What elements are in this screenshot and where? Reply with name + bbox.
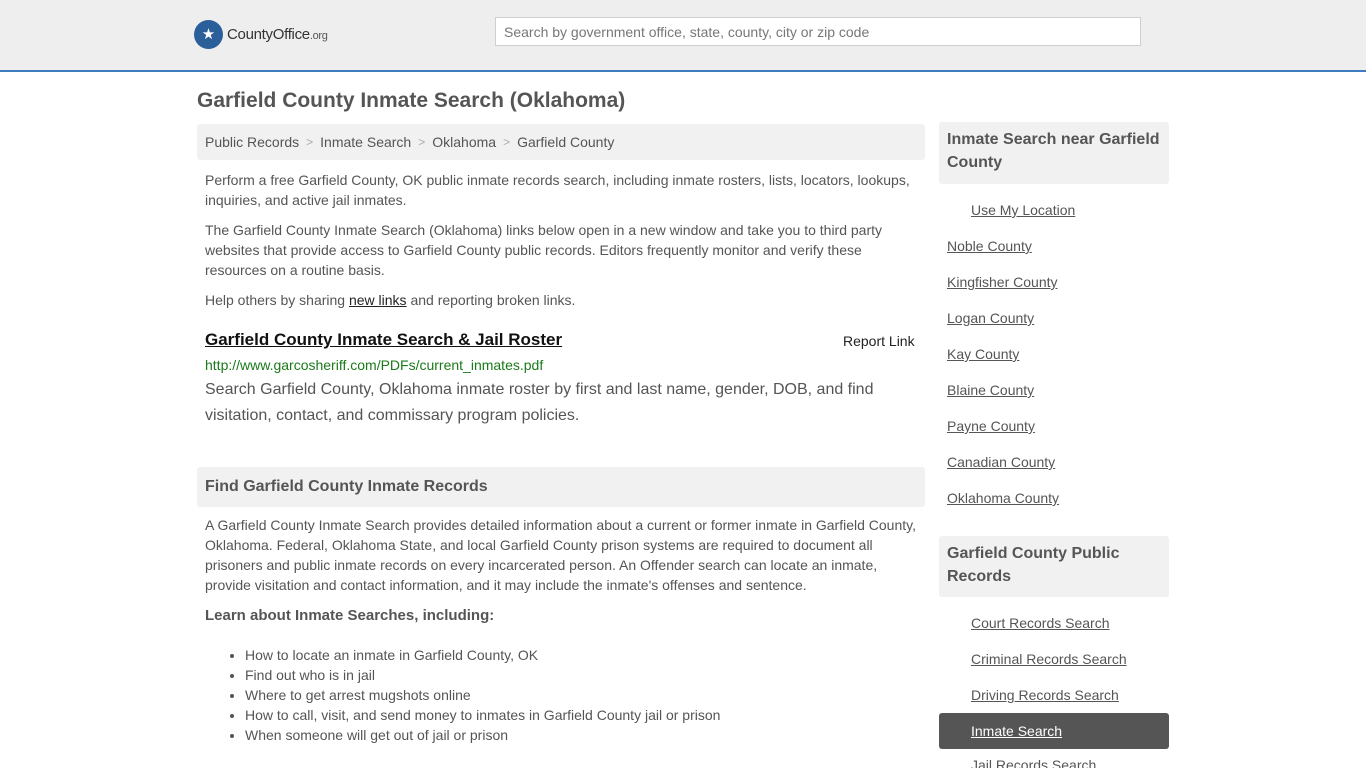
sidebar-item-kay-county[interactable]: Kay County	[947, 346, 1019, 362]
sidebar-item-court-records[interactable]: Court Records Search	[971, 615, 1110, 631]
report-link[interactable]: Report Link	[843, 333, 915, 349]
sidebar-item-canadian-county[interactable]: Canadian County	[947, 454, 1055, 470]
breadcrumb-oklahoma[interactable]: Oklahoma	[432, 134, 496, 150]
intro-paragraph-3: Help others by sharing new links and rep…	[205, 292, 576, 308]
result-description: Search Garfield County, Oklahoma inmate …	[205, 381, 874, 424]
sidebar-item-oklahoma-county[interactable]: Oklahoma County	[947, 490, 1059, 506]
list-item: How to call, visit, and send money to in…	[245, 705, 720, 725]
sidebar-item-driving-records[interactable]: Driving Records Search	[971, 687, 1119, 703]
find-records-heading: Find Garfield County Inmate Records	[197, 467, 925, 507]
list-item: Find out who is in jail	[245, 665, 720, 685]
logo-text: CountyOffice	[227, 26, 310, 43]
breadcrumb-public-records[interactable]: Public Records	[205, 134, 299, 150]
page-title: Garfield County Inmate Search (Oklahoma)	[197, 89, 626, 112]
find-records-body: A Garfield County Inmate Search provides…	[205, 517, 916, 593]
chevron-right-icon: >	[503, 135, 511, 149]
star-seal-icon: ★	[194, 20, 223, 49]
breadcrumb: Public Records > Inmate Search > Oklahom…	[197, 124, 925, 160]
sidebar-item-payne-county[interactable]: Payne County	[947, 418, 1035, 434]
learn-heading: Learn about Inmate Searches, including:	[205, 607, 495, 624]
chevron-right-icon: >	[418, 135, 426, 149]
sidebar-item-kingfisher-county[interactable]: Kingfisher County	[947, 274, 1058, 290]
sidebar-item-blaine-county[interactable]: Blaine County	[947, 382, 1034, 398]
public-records-heading: Garfield County Public Records	[939, 536, 1169, 597]
result-url: http://www.garcosheriff.com/PDFs/current…	[205, 357, 544, 373]
list-item: Where to get arrest mugshots online	[245, 685, 720, 705]
list-item: How to locate an inmate in Garfield Coun…	[245, 645, 720, 665]
list-item: When someone will get out of jail or pri…	[245, 725, 720, 745]
use-my-location-link[interactable]: Use My Location	[971, 202, 1075, 218]
sidebar-item-inmate-search[interactable]: Inmate Search	[939, 713, 1169, 749]
site-header: ★ CountyOffice.org	[0, 0, 1366, 72]
result-title-link[interactable]: Garfield County Inmate Search & Jail Ros…	[205, 330, 562, 350]
nearby-heading: Inmate Search near Garfield County	[939, 122, 1169, 184]
breadcrumb-inmate-search[interactable]: Inmate Search	[320, 134, 411, 150]
sidebar-item-noble-county[interactable]: Noble County	[947, 238, 1032, 254]
learn-list: How to locate an inmate in Garfield Coun…	[245, 645, 720, 745]
logo-suffix: .org	[309, 30, 328, 42]
intro-paragraph-2: The Garfield County Inmate Search (Oklah…	[205, 222, 883, 278]
chevron-right-icon: >	[306, 135, 314, 149]
intro-paragraph-1: Perform a free Garfield County, OK publi…	[205, 172, 910, 208]
breadcrumb-garfield-county[interactable]: Garfield County	[517, 134, 614, 150]
site-logo[interactable]: ★ CountyOffice.org	[194, 20, 328, 49]
sidebar-item-logan-county[interactable]: Logan County	[947, 310, 1034, 326]
search-input[interactable]	[495, 17, 1141, 46]
new-links-link[interactable]: new links	[349, 292, 407, 308]
sidebar-item-label: Inmate Search	[971, 723, 1063, 739]
sidebar-item-jail-records[interactable]: Jail Records Search	[971, 757, 1096, 768]
sidebar-item-criminal-records[interactable]: Criminal Records Search	[971, 651, 1127, 667]
